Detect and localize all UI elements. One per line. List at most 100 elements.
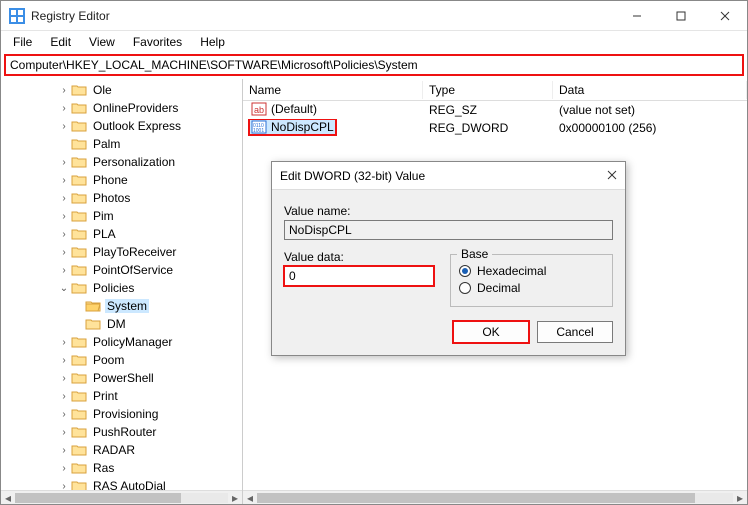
tree-node-label: Poom	[91, 353, 126, 367]
menu-file[interactable]: File	[5, 33, 40, 51]
tree-node[interactable]: › Photos	[1, 189, 242, 207]
chevron-right-icon[interactable]: ›	[57, 229, 71, 240]
menu-edit[interactable]: Edit	[42, 33, 79, 51]
chevron-right-icon[interactable]: ›	[57, 391, 71, 402]
tree-node[interactable]: › OnlineProviders	[1, 99, 242, 117]
tree-node[interactable]: ›Phone	[1, 171, 242, 189]
chevron-right-icon[interactable]: ›	[57, 211, 71, 222]
base-group: Base Hexadecimal Decimal	[450, 254, 613, 307]
tree-node-label: PlayToReceiver	[91, 245, 178, 259]
scroll-left-icon[interactable]: ◂	[243, 491, 257, 505]
tree-node[interactable]: DM	[1, 315, 242, 333]
chevron-right-icon[interactable]: ›	[57, 373, 71, 384]
col-type-header[interactable]: Type	[423, 81, 553, 99]
scroll-left-icon[interactable]: ◂	[1, 491, 15, 505]
chevron-right-icon[interactable]: ›	[57, 409, 71, 420]
scroll-right-icon[interactable]: ▸	[228, 491, 242, 505]
tree-node-label: System	[105, 299, 149, 313]
ok-button[interactable]: OK	[453, 321, 529, 343]
menu-favorites[interactable]: Favorites	[125, 33, 190, 51]
chevron-right-icon[interactable]: ›	[57, 193, 71, 204]
tree-scroll[interactable]: ›Ole›OnlineProviders›Outlook ExpressPalm…	[1, 79, 242, 490]
chevron-down-icon[interactable]: ⌄	[57, 283, 71, 294]
chevron-right-icon[interactable]: ›	[57, 481, 71, 491]
tree-node[interactable]: › PLA	[1, 225, 242, 243]
tree-node[interactable]: ›PointOfService	[1, 261, 242, 279]
tree-node-label: PolicyManager	[91, 335, 174, 349]
col-name-header[interactable]: Name	[243, 81, 423, 99]
maximize-button[interactable]	[659, 1, 703, 31]
chevron-right-icon[interactable]: ›	[57, 175, 71, 186]
base-legend: Base	[457, 247, 492, 261]
folder-icon	[71, 407, 87, 421]
cancel-button[interactable]: Cancel	[537, 321, 613, 343]
tree-node[interactable]: › RADAR	[1, 441, 242, 459]
list-row[interactable]: ab(Default)REG_SZ(value not set)	[243, 101, 747, 119]
folder-icon	[71, 101, 87, 115]
radio-decimal[interactable]: Decimal	[459, 281, 604, 295]
tree-node-label: RAS AutoDial	[91, 479, 168, 490]
tree-node-label: Photos	[91, 191, 132, 205]
chevron-right-icon[interactable]: ›	[57, 337, 71, 348]
tree-node[interactable]: › Poom	[1, 351, 242, 369]
folder-icon	[71, 119, 87, 133]
tree-node[interactable]: ›Outlook Express	[1, 117, 242, 135]
tree-node[interactable]: ›Pim	[1, 207, 242, 225]
tree-node-label: PLA	[91, 227, 118, 241]
tree-node[interactable]: › RAS AutoDial	[1, 477, 242, 490]
tree-node[interactable]: ›PowerShell	[1, 369, 242, 387]
tree-node[interactable]: ⌄Policies	[1, 279, 242, 297]
value-data-input[interactable]	[284, 266, 434, 286]
minimize-button[interactable]	[615, 1, 659, 31]
menu-view[interactable]: View	[81, 33, 123, 51]
menu-help[interactable]: Help	[192, 33, 233, 51]
tree-node[interactable]: System	[1, 297, 242, 315]
tree-node[interactable]: › PolicyManager	[1, 333, 242, 351]
list-row[interactable]: 01101001NoDispCPLREG_DWORD0x00000100 (25…	[243, 119, 747, 137]
folder-icon	[71, 389, 87, 403]
tree-node[interactable]: ›Provisioning	[1, 405, 242, 423]
chevron-right-icon[interactable]: ›	[57, 157, 71, 168]
tree-node[interactable]: › PlayToReceiver	[1, 243, 242, 261]
tree-h-scrollbar[interactable]: ◂ ▸	[1, 490, 242, 504]
tree-node[interactable]: Palm	[1, 135, 242, 153]
folder-icon	[71, 227, 87, 241]
tree-node[interactable]: ›Print	[1, 387, 242, 405]
addressbar	[1, 53, 747, 79]
list-h-scrollbar[interactable]: ◂ ▸	[243, 490, 747, 504]
list-body: ab(Default)REG_SZ(value not set)01101001…	[243, 101, 747, 137]
tree-node[interactable]: ›PushRouter	[1, 423, 242, 441]
radio-hexadecimal[interactable]: Hexadecimal	[459, 264, 604, 278]
folder-icon	[85, 299, 101, 313]
chevron-right-icon[interactable]: ›	[57, 103, 71, 114]
address-input[interactable]	[5, 55, 743, 75]
tree-node[interactable]: ›Ras	[1, 459, 242, 477]
list-header: Name Type Data	[243, 79, 747, 101]
radio-dot-icon	[459, 265, 471, 277]
chevron-right-icon[interactable]: ›	[57, 265, 71, 276]
chevron-right-icon[interactable]: ›	[57, 355, 71, 366]
edit-dword-dialog: Edit DWORD (32-bit) Value Value name: Va…	[271, 161, 626, 356]
folder-icon	[71, 137, 87, 151]
chevron-right-icon[interactable]: ›	[57, 247, 71, 258]
chevron-right-icon[interactable]: ›	[57, 427, 71, 438]
folder-icon	[71, 353, 87, 367]
tree-node-label: OnlineProviders	[91, 101, 180, 115]
value-data: (value not set)	[553, 103, 747, 117]
chevron-right-icon[interactable]: ›	[57, 121, 71, 132]
tree-node[interactable]: ›Ole	[1, 81, 242, 99]
chevron-right-icon[interactable]: ›	[57, 463, 71, 474]
titlebar: Registry Editor	[1, 1, 747, 31]
tree-node-label: RADAR	[91, 443, 137, 457]
chevron-right-icon[interactable]: ›	[57, 445, 71, 456]
chevron-right-icon[interactable]: ›	[57, 85, 71, 96]
tree: ›Ole›OnlineProviders›Outlook ExpressPalm…	[1, 79, 242, 490]
tree-node[interactable]: ›Personalization	[1, 153, 242, 171]
folder-icon	[85, 317, 101, 331]
scroll-right-icon[interactable]: ▸	[733, 491, 747, 505]
close-button[interactable]	[703, 1, 747, 31]
dialog-titlebar: Edit DWORD (32-bit) Value	[272, 162, 625, 190]
folder-icon	[71, 83, 87, 97]
dialog-close-button[interactable]	[607, 169, 617, 183]
col-data-header[interactable]: Data	[553, 81, 747, 99]
